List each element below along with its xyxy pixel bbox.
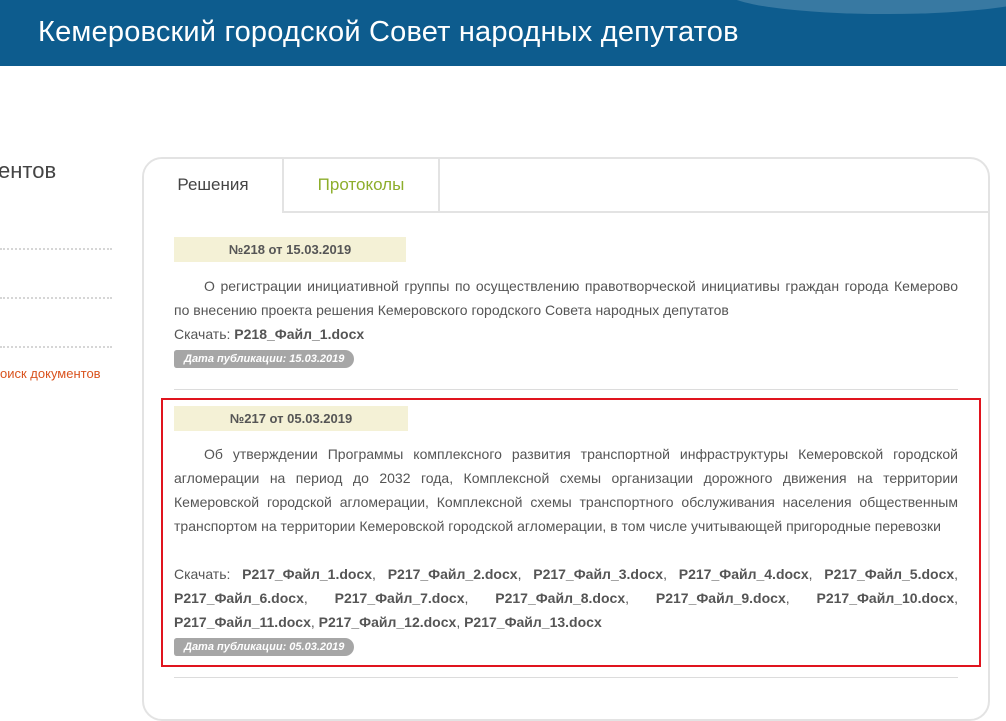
document-separator [174,677,958,678]
document-separator [174,389,958,390]
sidebar-divider [0,297,112,299]
file-download-link[interactable]: Р217_Файл_13.docx [464,614,602,630]
file-download-link[interactable]: Р217_Файл_4.docx [679,566,809,582]
document-downloads: Скачать: Р217_Файл_1.docx, Р217_Файл_2.d… [174,566,959,630]
documents-panel: Решения Протоколы №218 от 15.03.2019 О р… [142,157,990,721]
site-title: Кемеровский городской Совет народных деп… [38,16,739,48]
file-download-link[interactable]: Р217_Файл_1.docx [242,566,372,582]
document-title: Об утверждении Программы комплексного ра… [174,446,958,534]
sidebar-link-document-search[interactable]: оиск документов [0,366,101,381]
file-download-link[interactable]: Р217_Файл_7.docx [335,590,465,606]
tab-bar: Решения Протоколы [144,159,988,213]
file-download-link[interactable]: Р217_Файл_2.docx [388,566,518,582]
file-download-link[interactable]: Р217_Файл_8.docx [495,590,625,606]
file-download-link[interactable]: Р217_Файл_6.docx [174,590,304,606]
download-label: Скачать: [174,326,231,342]
site-header: Кемеровский городской Совет народных деп… [0,0,1006,66]
document-number: №218 от 15.03.2019 [174,237,406,262]
publication-date-badge: Дата публикации: 15.03.2019 [174,350,355,368]
document-title: О регистрации инициативной группы по осу… [174,278,958,318]
publication-date-badge: Дата публикации: 05.03.2019 [174,638,355,656]
tab-decisions[interactable]: Решения [144,159,284,213]
file-download-link[interactable]: Р218_Файл_1.docx [234,326,364,342]
file-download-link[interactable]: Р217_Файл_9.docx [656,590,786,606]
sidebar-divider [0,346,112,348]
file-download-link[interactable]: Р217_Файл_3.docx [533,566,663,582]
sidebar-heading: ентов [0,158,57,183]
sidebar-divider [0,248,112,250]
file-download-link[interactable]: Р217_Файл_11.docx [174,614,311,630]
document-downloads: Скачать: Р218_Файл_1.docx [174,322,958,346]
file-download-link[interactable]: Р217_Файл_12.docx [319,614,457,630]
file-download-link[interactable]: Р217_Файл_5.docx [824,566,954,582]
document-number: №217 от 05.03.2019 [174,406,408,431]
tab-protocols[interactable]: Протоколы [284,159,440,211]
header-swoosh [726,0,1006,14]
download-label: Скачать: [174,566,231,582]
file-download-link[interactable]: Р217_Файл_10.docx [817,590,955,606]
